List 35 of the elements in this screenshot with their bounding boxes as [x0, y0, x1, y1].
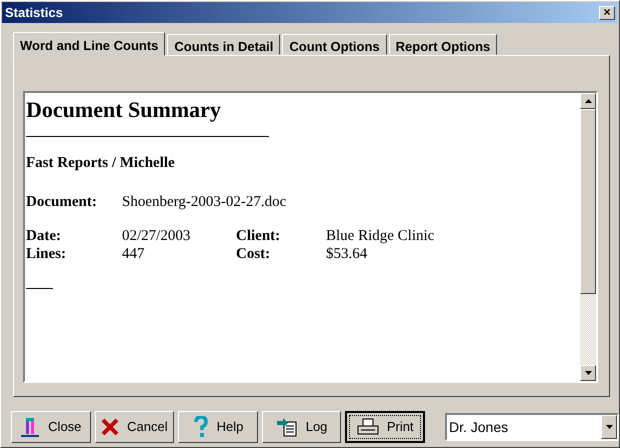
field-label: Lines: [26, 245, 68, 264]
scroll-thumb[interactable] [580, 109, 596, 294]
tab[interactable]: Report Options [388, 34, 498, 55]
field-label: Document: [26, 192, 98, 212]
field-label: Cost: [236, 245, 272, 264]
tab[interactable]: Count Options [282, 34, 387, 55]
cancel-button[interactable]: Cancel [94, 411, 174, 443]
printer-icon [356, 418, 379, 436]
scroll-down-button[interactable] [580, 365, 596, 381]
cross-icon [101, 418, 120, 436]
field-value: $53.64 [326, 245, 368, 264]
arrow-document-icon [276, 417, 298, 437]
scroll-up-button[interactable] [580, 93, 596, 109]
field-value: 447 [122, 245, 146, 264]
log-button[interactable]: Log [262, 411, 342, 443]
print-button[interactable]: Print [345, 411, 425, 443]
window-title: Statistics [5, 4, 63, 22]
field-value: 02/27/2003 [122, 227, 192, 246]
close-button[interactable]: × [599, 6, 615, 20]
report-subtitle: Fast Reports / Michelle [26, 154, 176, 174]
question-mark-icon [192, 416, 209, 438]
pillar-icon [20, 416, 40, 438]
user-dropdown[interactable]: Dr. Jones [444, 413, 619, 441]
up-arrow-icon [584, 99, 592, 103]
down-arrow-icon [584, 371, 592, 375]
tab[interactable]: Word and Line Counts [13, 32, 166, 56]
field-label: Client: [236, 227, 282, 246]
close-button[interactable]: Close [11, 411, 91, 443]
field-value: Blue Ridge Clinic [326, 227, 434, 246]
tab[interactable]: Counts in Detail [167, 34, 280, 55]
field-value: Shoenberg-2003-02-27.doc [122, 192, 286, 212]
document-heading: Document Summary [26, 97, 222, 124]
field-label: Date: [26, 227, 62, 246]
scrollbar[interactable] [580, 93, 596, 381]
help-button[interactable]: Help [178, 411, 258, 443]
